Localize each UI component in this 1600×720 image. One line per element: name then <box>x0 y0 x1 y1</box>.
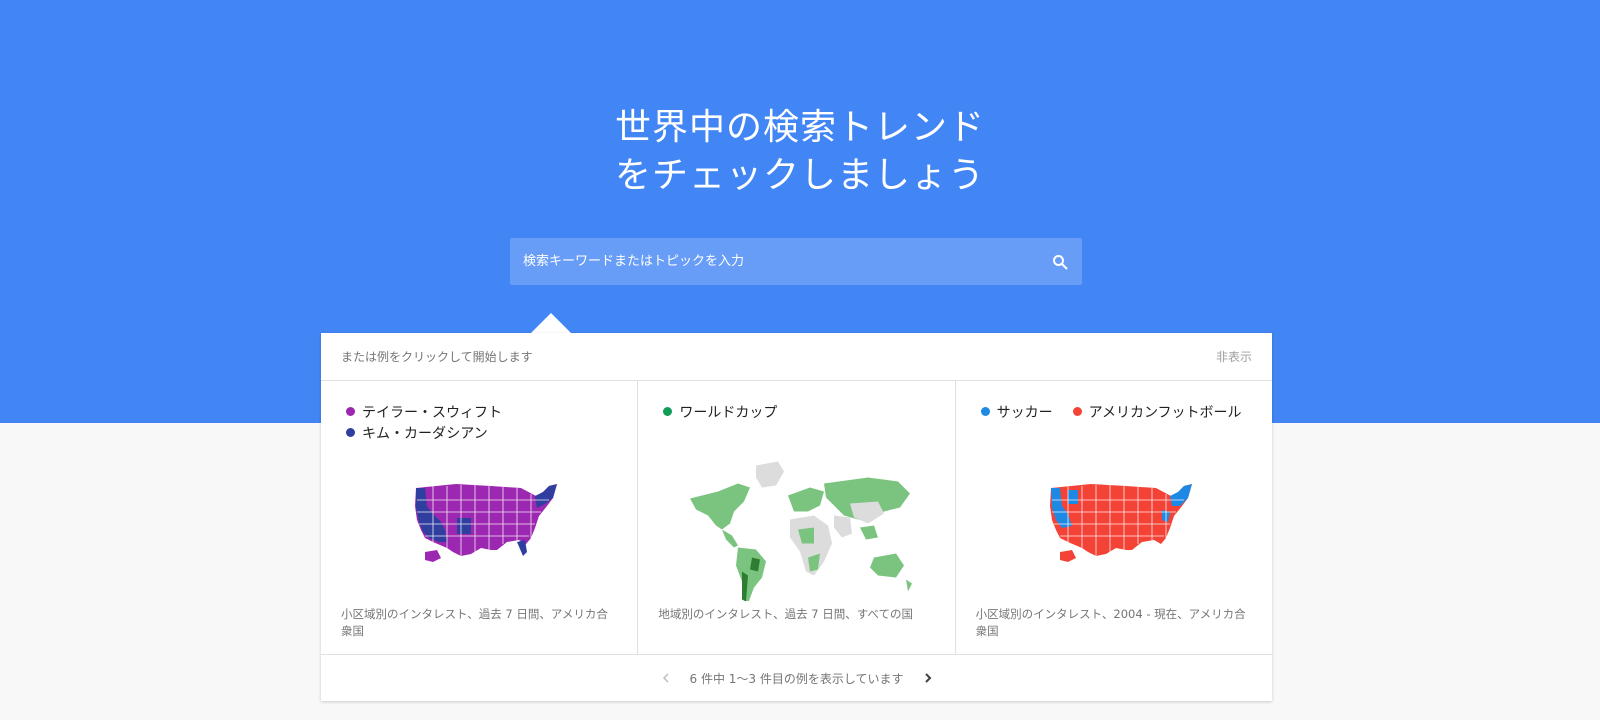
hide-button[interactable]: 非表示 <box>1216 348 1252 365</box>
search-box <box>510 238 1082 285</box>
pager: 6 件中 1～3 件目の例を表示しています <box>321 655 1272 701</box>
legend-label: キム・カーダシアン <box>362 425 488 442</box>
legend-item: アメリカンフットボール <box>1072 401 1242 422</box>
panel-pointer <box>531 313 571 333</box>
example-card-2[interactable]: ワールドカップ 地域別のインタレスト、過去 7 日間、すべての国 <box>637 381 954 654</box>
prev-button[interactable] <box>654 666 678 690</box>
panel-prompt: または例をクリックして開始します <box>341 350 533 364</box>
card-legend: サッカー アメリカンフットボール <box>980 401 1242 422</box>
example-card-3[interactable]: サッカー アメリカンフットボール 小区域別のインタレスト、2004 - 現在、ア… <box>954 381 1272 654</box>
legend-label: サッカー <box>996 404 1053 421</box>
legend-dot <box>980 407 990 416</box>
legend-dot <box>663 407 673 416</box>
card-caption: 地域別のインタレスト、過去 7 日間、すべての国 <box>658 607 913 621</box>
us-map <box>415 484 557 562</box>
legend-item: テイラー・スウィフト <box>346 401 502 422</box>
world-map <box>690 461 913 601</box>
title-line-1: 世界中の検索トレンド <box>614 107 985 148</box>
pager-label: 6 件中 1～3 件目の例を表示しています <box>689 671 904 686</box>
legend-label: アメリカンフットボール <box>1088 404 1242 421</box>
us-map <box>1049 484 1192 562</box>
examples-panel: または例をクリックして開始します 非表示 テイラー・スウィフト キム・カーダシア… <box>321 333 1272 701</box>
card-caption: 小区域別のインタレスト、過去 7 日間、アメリカ合衆国 <box>341 607 608 638</box>
page-title: 世界中の検索トレンド をチェックしましょう <box>0 104 1600 200</box>
legend-label: テイラー・スウィフト <box>362 404 502 421</box>
example-card-1[interactable]: テイラー・スウィフト キム・カーダシアン 小区域別のインタレスト、過去 7 日間… <box>321 381 637 654</box>
legend-dot <box>346 428 355 437</box>
example-cards: テイラー・スウィフト キム・カーダシアン 小区域別のインタレスト、過去 7 日間… <box>321 381 1272 655</box>
legend-item: ワールドカップ <box>663 401 777 422</box>
legend-dot <box>1072 407 1082 416</box>
search-input[interactable] <box>510 238 1038 285</box>
chevron-left-icon <box>662 673 669 683</box>
legend-label: ワールドカップ <box>679 404 778 421</box>
card-legend: テイラー・スウィフト キム・カーダシアン <box>346 401 502 443</box>
panel-header: または例をクリックして開始します 非表示 <box>321 333 1272 381</box>
card-caption: 小区域別のインタレスト、2004 - 現在、アメリカ合衆国 <box>975 607 1246 638</box>
title-line-2: をチェックしましょう <box>614 155 985 196</box>
card-legend: ワールドカップ <box>663 401 777 422</box>
next-button[interactable] <box>916 666 940 690</box>
chevron-right-icon <box>924 673 931 683</box>
search-button[interactable] <box>1038 238 1082 285</box>
legend-item: キム・カーダシアン <box>346 422 502 443</box>
legend-dot <box>346 407 355 416</box>
search-icon <box>1053 254 1068 269</box>
legend-item: サッカー <box>980 401 1053 422</box>
